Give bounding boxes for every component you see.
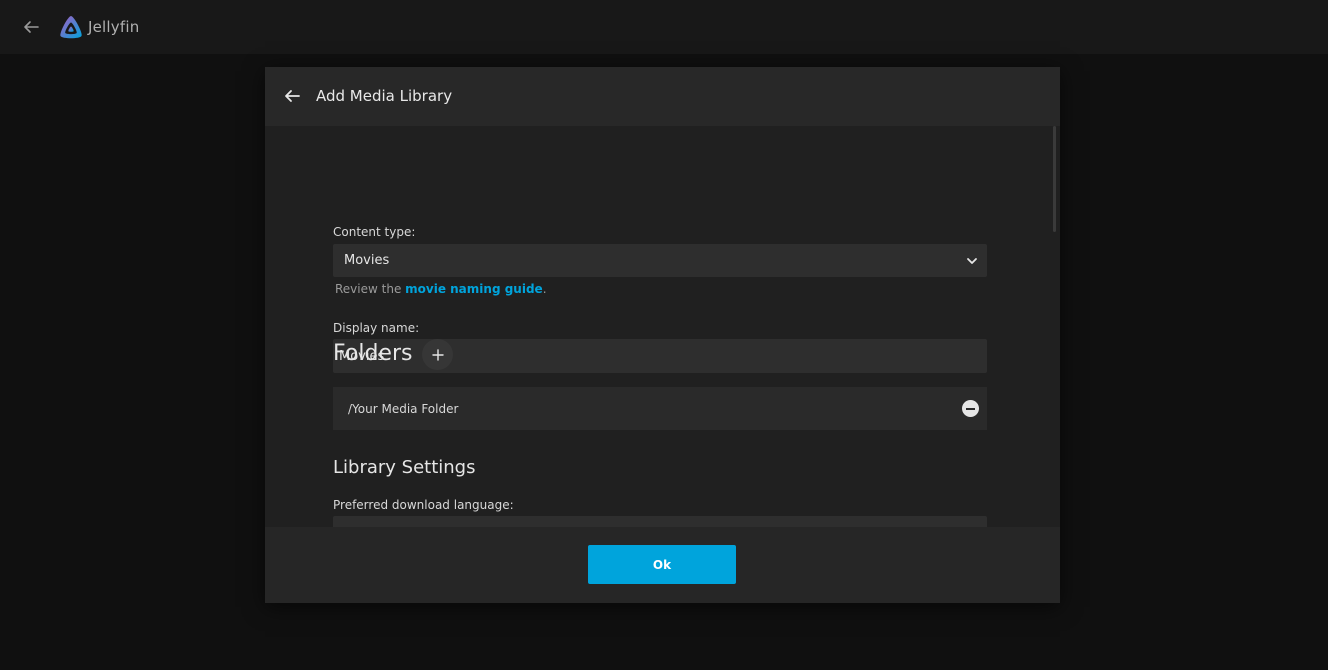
top-bar: Jellyfin [0,0,1328,54]
add-media-library-dialog: Add Media Library Content type: Movies R… [265,67,1060,603]
download-language-select[interactable] [333,516,987,527]
naming-guide-hint: Review the movie naming guide. [335,282,547,296]
scrollbar-thumb[interactable] [1053,126,1056,232]
app-logo[interactable]: Jellyfin [58,14,139,40]
minus-icon [966,407,975,410]
remove-folder-button[interactable] [962,400,979,417]
download-language-label: Preferred download language: [333,498,514,512]
content-type-label: Content type: [333,225,416,239]
hint-prefix: Review the [335,282,406,296]
jellyfin-logo-icon [60,16,82,39]
dialog-back-button[interactable] [281,85,303,107]
library-settings-title: Library Settings [333,457,476,478]
plus-icon [431,348,444,361]
movie-naming-guide-link[interactable]: movie naming guide [405,282,543,296]
hint-suffix: . [542,282,547,296]
folder-path: /Your Media Folder [348,401,459,416]
arrow-left-icon [24,21,39,33]
dialog-title: Add Media Library [316,87,453,105]
folder-item[interactable]: /Your Media Folder [333,387,987,430]
content-type-value: Movies [344,253,390,268]
dialog-footer: Ok [265,527,1060,603]
content-type-select[interactable]: Movies [333,244,987,277]
app-name: Jellyfin [88,18,140,36]
dialog-body[interactable]: Content type: Movies Review the movie na… [265,126,1060,527]
arrow-left-icon [285,90,300,102]
add-folder-button[interactable] [422,339,453,370]
back-button[interactable] [20,16,42,38]
folders-title: Folders [333,341,413,366]
chevron-down-icon [967,258,977,264]
dialog-header: Add Media Library [265,67,1060,126]
display-name-label: Display name: [333,321,420,335]
dialog-scrollbar[interactable] [1053,126,1058,527]
ok-button[interactable]: Ok [588,545,736,584]
